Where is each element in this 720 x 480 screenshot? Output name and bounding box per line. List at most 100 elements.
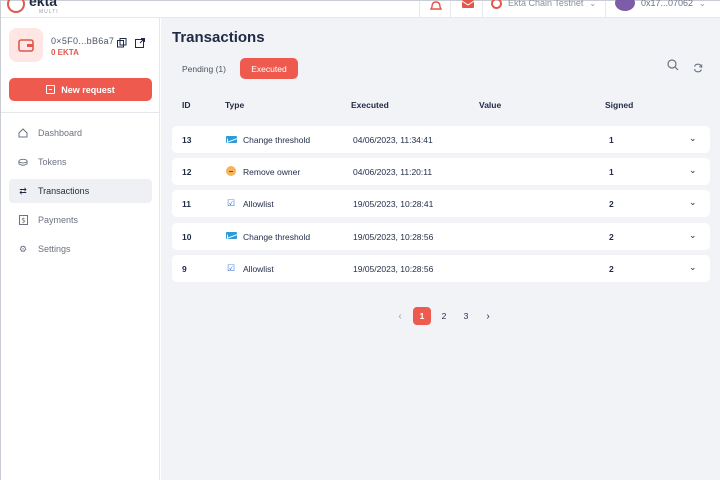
chevron-down-icon: ⌄ xyxy=(589,0,597,8)
threshold-icon xyxy=(225,231,237,241)
app-window: ekta MULTI Ekta Chain Testnet ⌄ 0x17...0… xyxy=(0,0,720,480)
sidebar-item-label: Payments xyxy=(38,215,79,225)
column-header-signed: Signed xyxy=(605,100,634,110)
new-request-icon xyxy=(46,85,56,94)
bell-icon[interactable] xyxy=(430,1,444,11)
sidebar-item-payments[interactable]: $ Payments xyxy=(9,208,152,232)
tx-executed: 04/06/2023, 11:20:11 xyxy=(353,167,433,178)
payments-icon: $ xyxy=(18,215,28,225)
sidebar-item-label: Dashboard xyxy=(38,128,83,138)
chevron-down-icon[interactable]: ⌄ xyxy=(689,230,697,241)
sidebar-item-label: Tokens xyxy=(38,157,67,167)
transactions-list: 13 Change threshold 04/06/2023, 11:34:41… xyxy=(172,126,710,287)
sidebar-item-settings[interactable]: ⚙ Settings xyxy=(9,237,152,261)
tx-signed: 2 xyxy=(609,231,614,242)
tx-executed: 19/05/2023, 10:28:41 xyxy=(353,199,434,210)
svg-text:$: $ xyxy=(21,217,25,225)
prev-page-button[interactable]: ‹ xyxy=(391,307,409,325)
sidebar-item-label: Settings xyxy=(38,244,71,254)
tx-signed: 2 xyxy=(609,199,614,210)
sidebar-nav: Dashboard Tokens ⇄ Transactions $ Paymen… xyxy=(9,121,152,266)
tx-id: 9 xyxy=(182,263,187,274)
logo-mark-icon xyxy=(7,0,25,13)
pagination: ‹ 1 2 3 › xyxy=(391,307,497,325)
wallet-address: 0×5F0...bB6a7 xyxy=(51,36,115,46)
page-button-2[interactable]: 2 xyxy=(435,307,453,325)
column-header-value: Value xyxy=(479,100,502,110)
table-row[interactable]: 12 Remove owner 04/06/2023, 11:20:11 1 ⌄ xyxy=(172,158,710,186)
transfer-icon: ⇄ xyxy=(19,185,27,196)
new-request-button[interactable]: New request xyxy=(9,78,152,101)
tx-type: Allowlist xyxy=(243,263,274,274)
sidebar: 0×5F0...bB6a7 0 EKTA New request Dashboa… xyxy=(1,18,160,480)
tab-executed[interactable]: Executed xyxy=(240,58,298,79)
allowlist-icon: ☑ xyxy=(226,262,236,273)
gear-icon: ⚙ xyxy=(18,243,28,254)
tx-type: Change threshold xyxy=(243,135,311,145)
allowlist-icon: ☑ xyxy=(226,198,236,209)
tx-type: Allowlist xyxy=(243,199,274,210)
coins-icon xyxy=(18,157,28,167)
tx-type: Change threshold xyxy=(243,231,311,242)
account-selector[interactable]: 0x17...07062 ⌄ xyxy=(615,0,706,11)
chevron-down-icon[interactable]: ⌄ xyxy=(689,165,697,176)
refresh-icon[interactable] xyxy=(693,60,703,73)
copy-icon[interactable] xyxy=(117,35,127,48)
wallet-icon xyxy=(9,28,43,62)
avatar xyxy=(615,0,635,11)
tx-executed: 19/05/2023, 10:28:56 xyxy=(353,231,434,242)
column-header-type: Type xyxy=(225,100,245,110)
search-icon[interactable] xyxy=(667,58,679,71)
tx-executed: 04/06/2023, 11:34:41 xyxy=(353,135,433,145)
sidebar-item-transactions[interactable]: ⇄ Transactions xyxy=(9,179,152,203)
new-request-label: New request xyxy=(61,84,115,95)
tx-executed: 19/05/2023, 10:28:56 xyxy=(353,263,434,274)
logo-subtext: MULTI xyxy=(39,9,59,15)
column-header-executed: Executed xyxy=(351,100,389,110)
app-logo[interactable]: ekta MULTI xyxy=(7,0,67,17)
table-row[interactable]: 11 ☑ Allowlist 19/05/2023, 10:28:41 2 ⌄ xyxy=(172,190,710,218)
tx-type: Remove owner xyxy=(243,167,301,178)
tx-id: 10 xyxy=(182,231,192,242)
tab-pending[interactable]: Pending (1) xyxy=(174,58,234,79)
tx-id: 12 xyxy=(182,167,192,178)
tx-id: 11 xyxy=(182,199,191,210)
sidebar-item-label: Transactions xyxy=(38,186,90,196)
chevron-down-icon[interactable]: ⌄ xyxy=(689,262,697,273)
table-row[interactable]: 10 Change threshold 19/05/2023, 10:28:56… xyxy=(172,222,710,250)
network-name: Ekta Chain Testnet xyxy=(508,0,584,8)
wallet-balance: 0 EKTA xyxy=(51,48,79,57)
sidebar-item-dashboard[interactable]: Dashboard xyxy=(9,121,152,145)
next-page-button[interactable]: › xyxy=(479,307,497,325)
table-row[interactable]: 9 ☑ Allowlist 19/05/2023, 10:28:56 2 ⌄ xyxy=(172,254,710,282)
account-address: 0x17...07062 xyxy=(641,0,694,8)
network-logo-icon xyxy=(491,0,502,9)
home-icon xyxy=(18,128,28,138)
divider xyxy=(1,112,160,113)
divider xyxy=(482,1,483,18)
divider xyxy=(419,1,420,18)
column-header-id: ID xyxy=(182,100,191,110)
table-row[interactable]: 13 Change threshold 04/06/2023, 11:34:41… xyxy=(172,126,710,153)
sidebar-item-tokens[interactable]: Tokens xyxy=(9,150,152,174)
external-link-icon[interactable] xyxy=(135,35,145,48)
network-selector[interactable]: Ekta Chain Testnet ⌄ xyxy=(491,0,596,10)
divider xyxy=(605,1,606,18)
page-title: Transactions xyxy=(172,29,265,46)
main-content: Transactions Pending (1) Executed ID Typ… xyxy=(161,18,720,480)
top-bar: ekta MULTI Ekta Chain Testnet ⌄ 0x17...0… xyxy=(1,0,720,18)
page-button-3[interactable]: 3 xyxy=(457,307,475,325)
chevron-down-icon[interactable]: ⌄ xyxy=(689,133,697,144)
chevron-down-icon[interactable]: ⌄ xyxy=(689,197,697,208)
page-button-1[interactable]: 1 xyxy=(413,307,431,325)
tx-id: 13 xyxy=(182,135,192,145)
tx-signed: 2 xyxy=(609,263,614,274)
chevron-down-icon: ⌄ xyxy=(699,0,706,8)
logo-text: ekta xyxy=(29,0,58,9)
threshold-icon xyxy=(225,134,237,144)
remove-owner-icon xyxy=(225,166,237,177)
tx-signed: 1 xyxy=(609,167,614,178)
tx-signed: 1 xyxy=(609,135,614,145)
mail-icon[interactable] xyxy=(461,0,475,10)
divider xyxy=(450,1,451,18)
